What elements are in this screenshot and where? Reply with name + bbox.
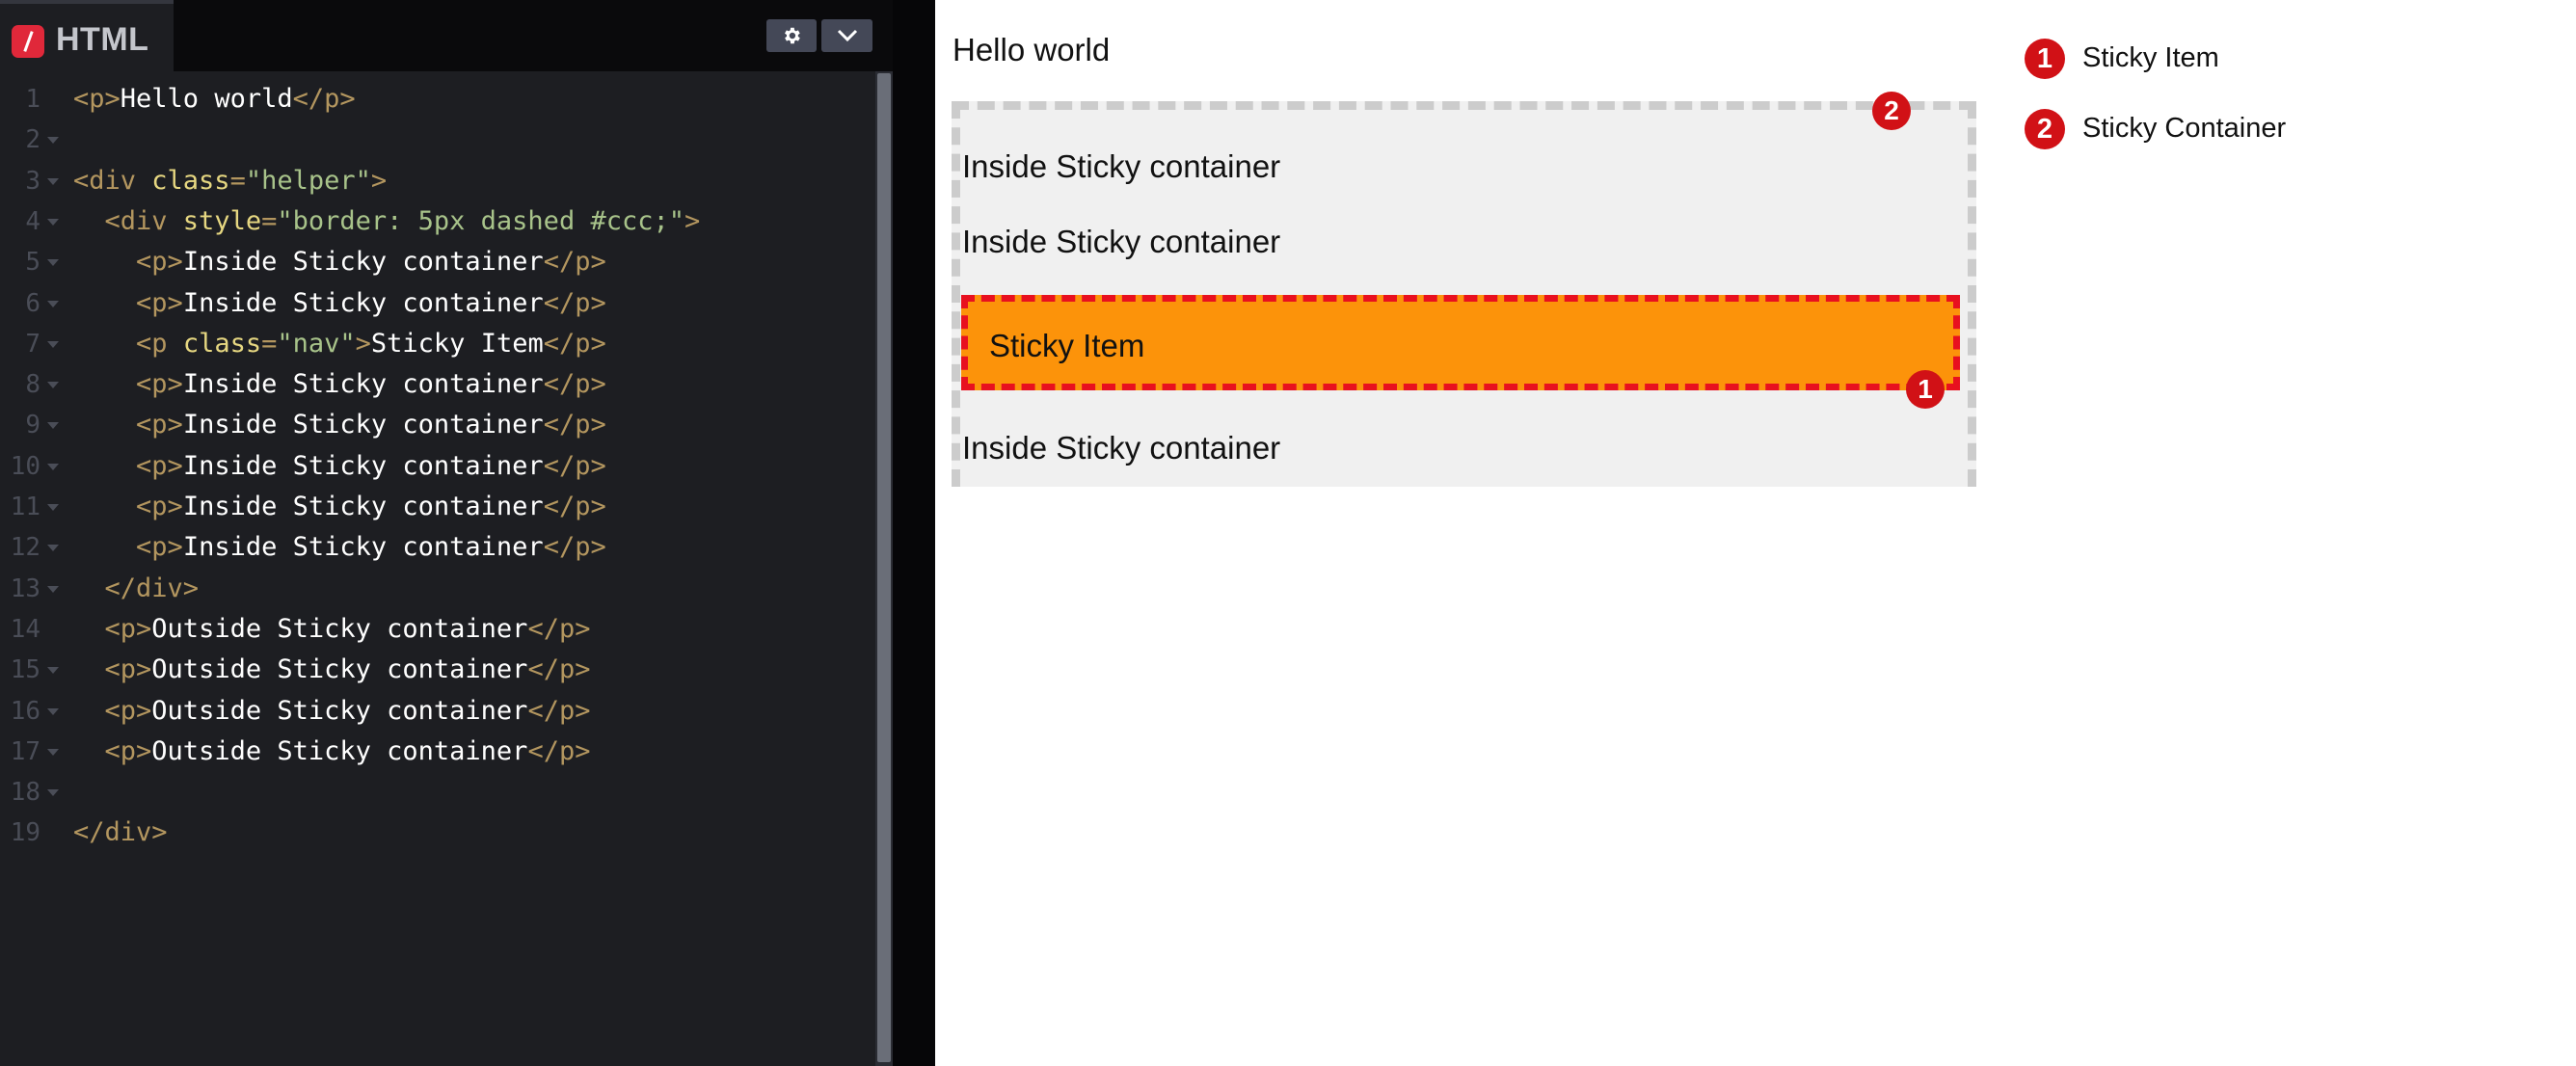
line-number: 7: [25, 329, 40, 359]
code-text: </div>: [104, 573, 200, 603]
gear-icon: [785, 27, 800, 44]
code-text: </div>: [73, 817, 168, 848]
fold-arrow-icon[interactable]: [47, 137, 59, 145]
fold-arrow-icon[interactable]: [47, 259, 59, 267]
line-number: 13: [10, 573, 40, 603]
fold-arrow-icon[interactable]: [47, 340, 59, 348]
line-number: 17: [10, 736, 40, 766]
code-text: <div style="border: 5px dashed #ccc;">: [104, 205, 701, 236]
fold-arrow-icon[interactable]: [47, 382, 59, 389]
line-number: 1: [25, 85, 40, 114]
editor-collapse-button[interactable]: [821, 19, 872, 52]
editor-scrollbar-thumb[interactable]: [877, 73, 891, 1062]
html-logo-icon: [12, 25, 44, 58]
code-text: <p>Inside Sticky container</p>: [136, 492, 606, 521]
inside-sticky-text: Inside Sticky container: [962, 430, 1281, 466]
code-text: <p>Outside Sticky container</p>: [104, 695, 591, 726]
code-text: <p>Inside Sticky container</p>: [136, 410, 606, 440]
fold-arrow-icon[interactable]: [47, 300, 59, 307]
line-number: 4: [25, 206, 40, 236]
legend-marker-2: 2: [2025, 109, 2065, 149]
fold-arrow-icon[interactable]: [47, 667, 59, 675]
editor-header: HTML: [0, 0, 893, 71]
code-text: <p>Inside Sticky container</p>: [136, 369, 606, 400]
code-editor[interactable]: 1 <p>Hello world</p> 2 3 <div class="helper"…: [0, 77, 868, 1066]
fold-arrow-icon[interactable]: [47, 504, 59, 511]
line-number: 16: [10, 696, 40, 726]
panel-resizer[interactable]: [893, 0, 935, 1066]
code-text: <p>Inside Sticky container</p>: [136, 532, 606, 563]
code-text: <p>Hello world</p>: [73, 84, 356, 114]
line-number: 18: [10, 778, 40, 808]
fold-arrow-icon[interactable]: [47, 218, 59, 226]
line-number: 6: [25, 288, 40, 318]
code-text: <p class="nav">Sticky Item</p>: [136, 328, 606, 359]
fold-arrow-icon[interactable]: [47, 177, 59, 185]
code-text: <p>Inside Sticky container</p>: [136, 247, 606, 278]
hello-world-text: Hello world: [953, 32, 1111, 67]
line-number: 3: [25, 166, 40, 196]
code-text: <div class="helper">: [73, 165, 388, 196]
fold-arrow-icon[interactable]: [47, 545, 59, 552]
code-text: <p>Inside Sticky container</p>: [136, 287, 606, 318]
line-number: 8: [25, 370, 40, 400]
code-text: <p>Outside Sticky container</p>: [104, 613, 591, 644]
code-text: <p>Outside Sticky container</p>: [104, 654, 591, 685]
line-number: 19: [10, 818, 40, 848]
fold-arrow-icon[interactable]: [47, 422, 59, 430]
inside-sticky-text: Inside Sticky container: [962, 148, 1281, 184]
line-number: 10: [10, 451, 40, 481]
fold-arrow-icon[interactable]: [47, 707, 59, 715]
sticky-container-marker: 2: [1872, 92, 1911, 130]
code-text: <p>Inside Sticky container</p>: [136, 450, 606, 481]
fold-arrow-icon[interactable]: [47, 585, 59, 593]
legend-label-sticky-container: Sticky Container: [2082, 113, 2287, 144]
line-number: 9: [25, 411, 40, 440]
html-editor-panel: HTML 1 <p>Hello world</p> 2 3 <div class="he…: [0, 0, 893, 1066]
sticky-item-marker: 1: [1906, 370, 1945, 409]
editor-tab-html[interactable]: HTML: [0, 0, 174, 71]
fold-arrow-icon[interactable]: [47, 789, 59, 797]
chevron-down-icon: [837, 29, 857, 42]
line-number: 11: [10, 493, 40, 521]
legend-label-sticky-item: Sticky Item: [2082, 42, 2219, 73]
line-number: 5: [25, 248, 40, 278]
editor-language-label: HTML: [56, 21, 149, 58]
sticky-item-label: Sticky Item: [989, 328, 1145, 363]
inside-sticky-text: Inside Sticky container: [962, 224, 1281, 259]
line-number: 15: [10, 655, 40, 685]
line-number: 14: [10, 614, 40, 644]
line-number: 2: [25, 125, 40, 155]
editor-settings-button[interactable]: [766, 19, 817, 52]
fold-arrow-icon[interactable]: [47, 748, 59, 756]
code-text: <p>Outside Sticky container</p>: [104, 735, 591, 766]
legend-marker-1: 1: [2025, 39, 2065, 79]
fold-arrow-icon[interactable]: [47, 463, 59, 470]
line-number: 12: [10, 533, 40, 563]
